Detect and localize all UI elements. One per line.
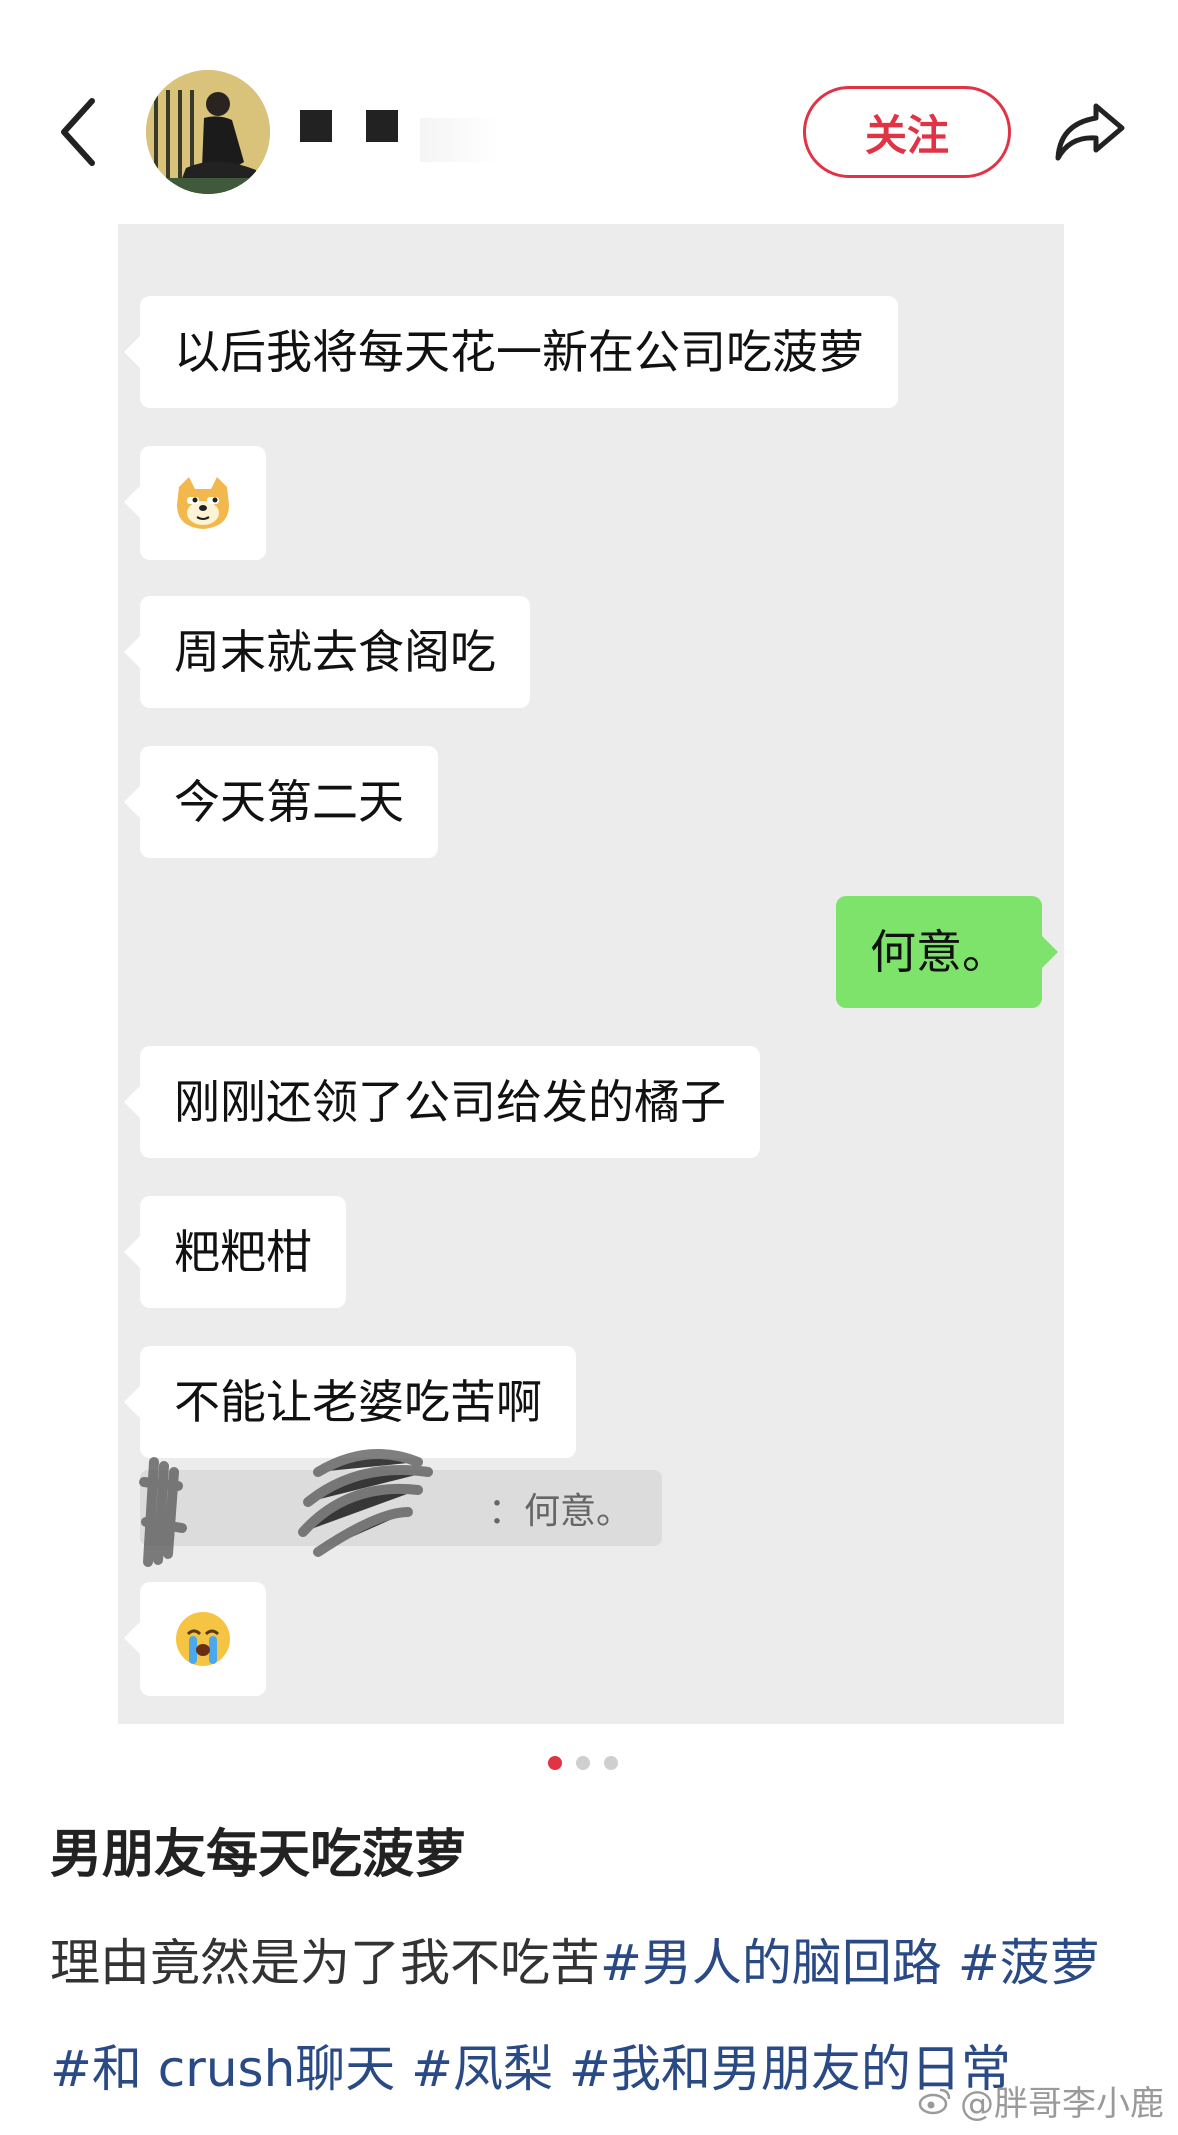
weibo-logo-icon <box>918 2088 951 2114</box>
doge-emoji-icon <box>177 477 229 529</box>
chat-bubble-incoming <box>124 1582 266 1696</box>
share-arrow-icon <box>1055 103 1125 161</box>
avatar[interactable] <box>146 70 270 194</box>
pager-dot-active[interactable] <box>548 1756 562 1770</box>
hashtag-link[interactable]: #菠萝 <box>958 1934 1100 1992</box>
redacted-block <box>300 110 332 142</box>
redaction-scribble <box>139 1449 433 1567</box>
post-body-text: 理由竟然是为了我不吃苦 <box>50 1934 600 1992</box>
username-redacted <box>300 110 398 142</box>
redacted-blur <box>420 118 500 162</box>
share-button[interactable] <box>1050 92 1130 172</box>
follow-button[interactable]: 关注 <box>803 86 1011 178</box>
chevron-left-icon <box>61 98 95 166</box>
hashtag-link[interactable]: #和 crush聊天 <box>50 2040 395 2098</box>
back-button[interactable] <box>48 92 108 172</box>
chat-screenshot[interactable]: 以后我将每天花一新在公司吃菠萝 周末就去食阁吃 今天第二天 何意。 刚刚还领了公… <box>118 224 1064 1724</box>
chat-bubble-incoming <box>124 446 266 560</box>
watermark-text: @胖哥李小鹿 <box>960 2084 1164 2124</box>
chat-bubble-incoming: 粑粑柑 <box>124 1196 346 1308</box>
pager-dot[interactable] <box>576 1756 590 1770</box>
chat-bubble-incoming: 刚刚还领了公司给发的橘子 <box>124 1046 760 1158</box>
chat-bubble-incoming: 今天第二天 <box>124 746 438 858</box>
chat-bubble-outgoing: 何意。 <box>836 896 1058 1008</box>
hashtag-link[interactable]: #凤梨 <box>411 2040 553 2098</box>
watermark: @胖哥李小鹿 <box>918 2076 1164 2125</box>
post-title: 男朋友每天吃菠萝 <box>50 1825 467 1885</box>
chat-bubble-incoming: 以后我将每天花一新在公司吃菠萝 <box>124 296 898 408</box>
post-header: 关注 <box>0 0 1178 220</box>
pager-dot[interactable] <box>604 1756 618 1770</box>
chat-bubble-incoming: 周末就去食阁吃 <box>124 596 530 708</box>
hashtag-link[interactable]: #男人的脑回路 <box>600 1934 942 1992</box>
crying-emoji-icon <box>176 1612 230 1666</box>
image-pager[interactable] <box>548 1756 618 1770</box>
avatar-image <box>146 70 270 194</box>
redacted-block <box>366 110 398 142</box>
